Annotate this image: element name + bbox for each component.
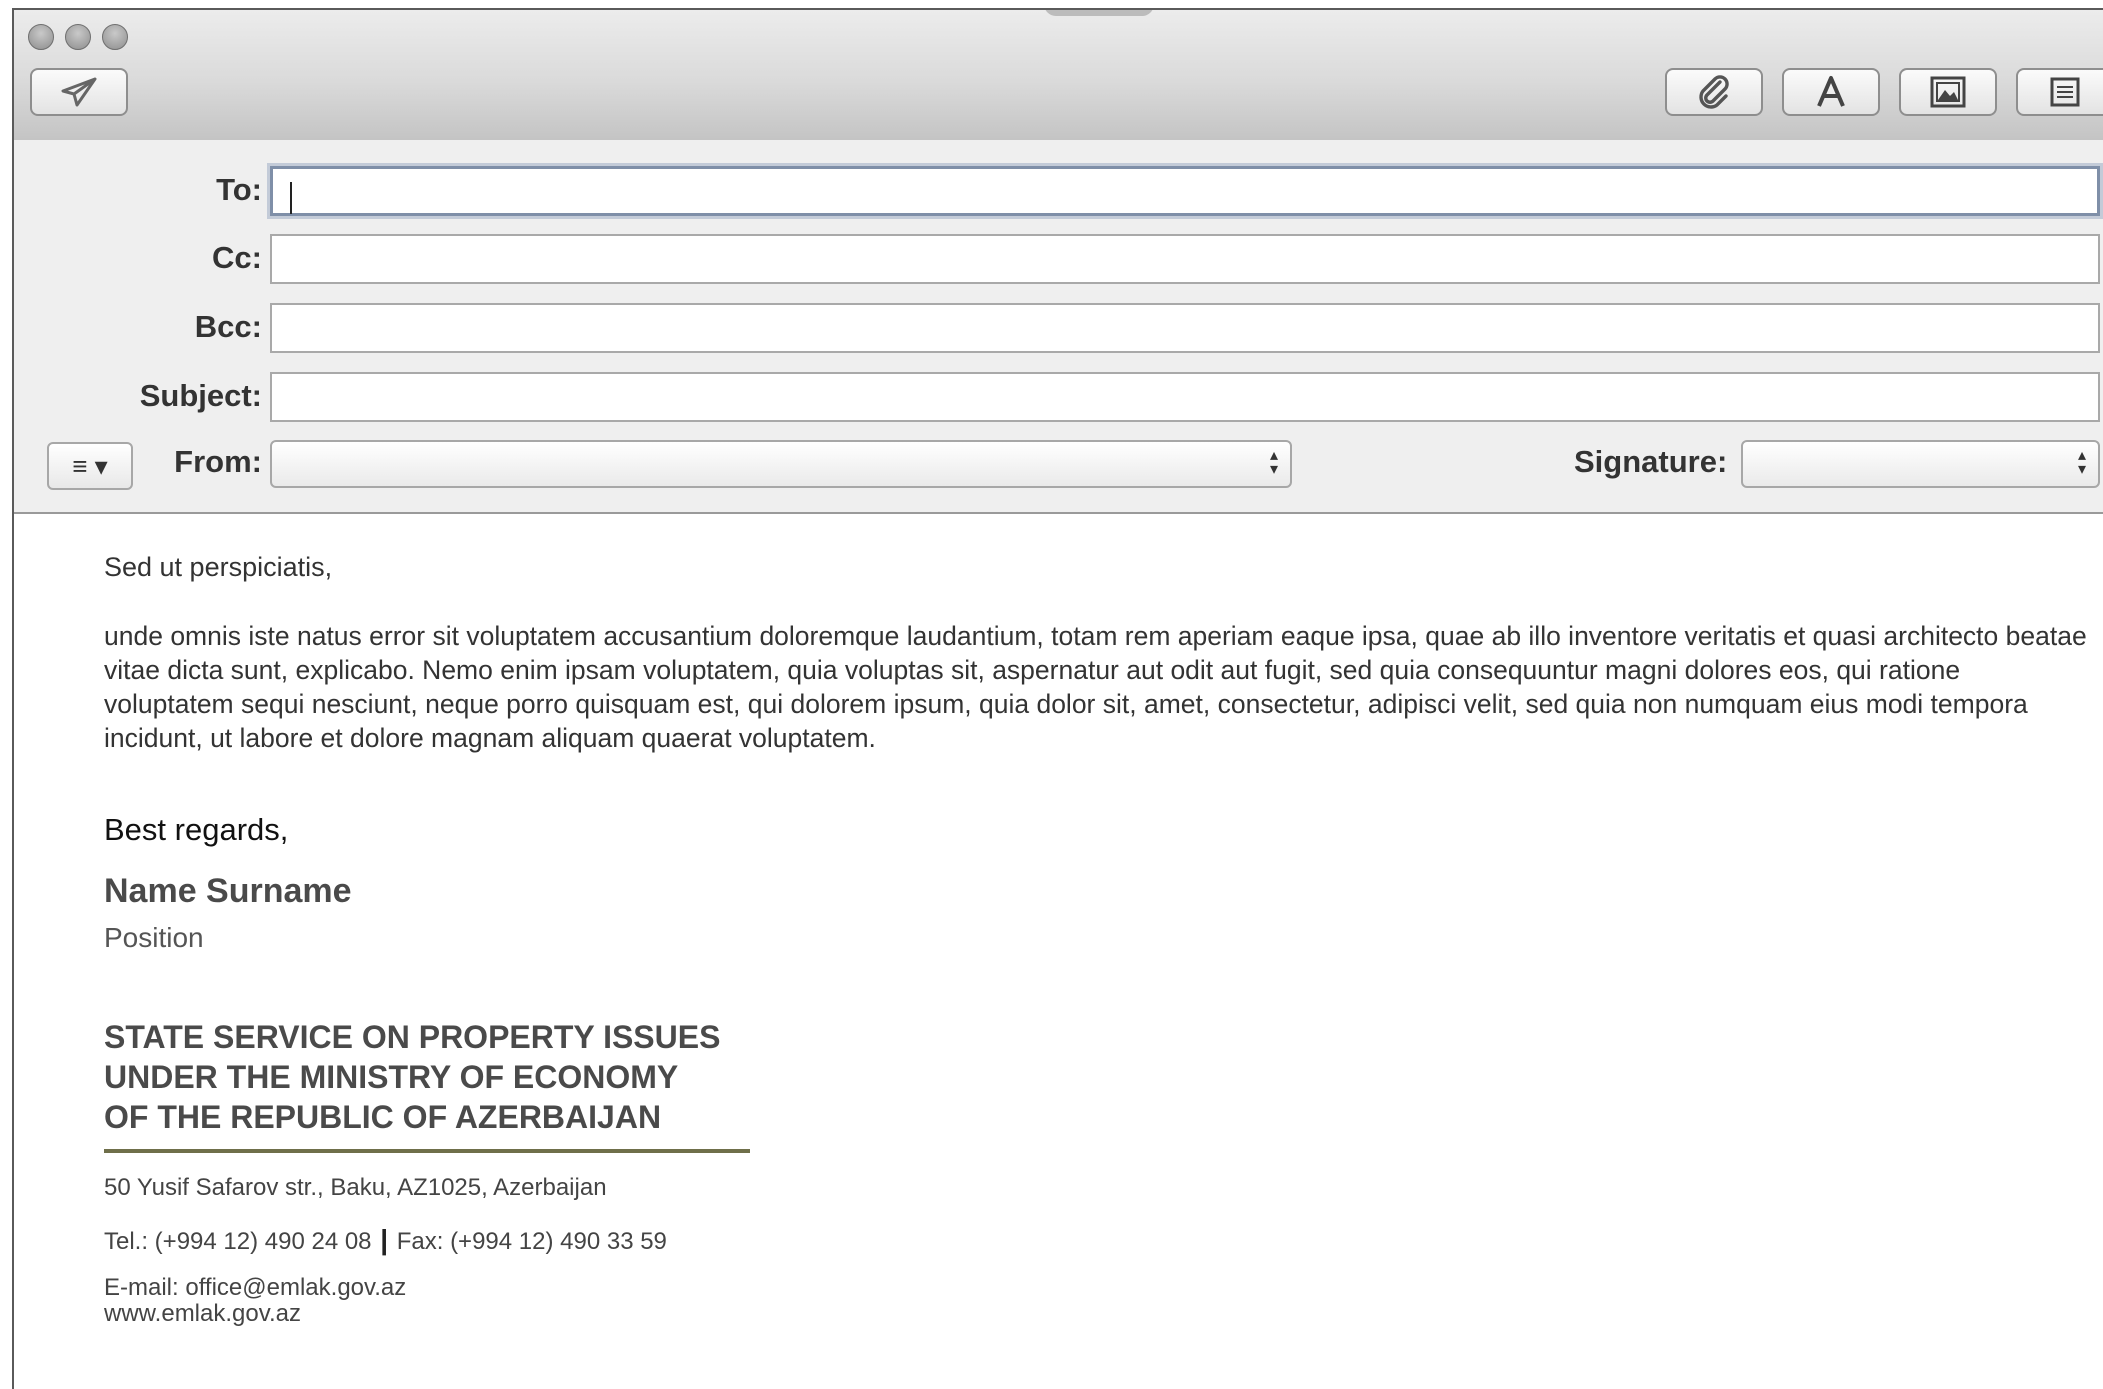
signature-phone-line: Tel.: (+994 12) 490 24 08 | Fax: (+994 1… (104, 1224, 667, 1256)
message-headers: To: Cc: Bcc: Subject: ≡ ▾ From: ▴ ▾ Signa… (14, 140, 2103, 514)
signature-label: Signature: (1574, 444, 1728, 479)
compose-window: To: Cc: Bcc: Subject: ≡ ▾ From: ▴ ▾ Signa… (12, 8, 2103, 1389)
org-line-2: UNDER THE MINISTRY OF ECONOMY (104, 1059, 679, 1095)
stationery-button[interactable] (2016, 68, 2103, 116)
text-caret (290, 182, 292, 214)
signature-position: Position (104, 922, 204, 953)
closing-text: Best regards, (104, 812, 289, 847)
from-label: From: (174, 444, 262, 479)
fonts-button[interactable] (1782, 68, 1880, 116)
subject-field[interactable] (270, 372, 2100, 422)
greeting-text: Sed ut perspiciatis, (104, 552, 333, 582)
cc-field[interactable] (270, 234, 2100, 284)
signature-name: Name Surname (104, 872, 352, 910)
photo-browser-button[interactable] (1899, 68, 1997, 116)
select-arrows-icon: ▴ ▾ (2077, 447, 2086, 478)
to-label: To: (216, 172, 262, 207)
signature-tel: Tel.: (+994 12) 490 24 08 (104, 1228, 372, 1255)
photo-browser-icon (1930, 76, 1966, 108)
org-line-1: STATE SERVICE ON PROPERTY ISSUES (104, 1019, 721, 1055)
zoom-window-button[interactable] (102, 24, 128, 50)
minimize-window-button[interactable] (65, 24, 91, 50)
org-line-3: OF THE REPUBLIC OF AZERBAIJAN (104, 1099, 662, 1135)
title-notch (1044, 10, 1154, 16)
font-icon (1817, 76, 1845, 107)
send-button[interactable] (30, 68, 128, 116)
signature-website[interactable]: www.emlak.gov.az (104, 1300, 301, 1328)
signature-separator: | (380, 1224, 389, 1255)
signature-select[interactable]: ▴ ▾ (1741, 440, 2100, 488)
stationery-icon (2050, 77, 2080, 107)
signature-address: 50 Yusif Safarov str., Baku, AZ1025, Aze… (104, 1174, 607, 1201)
bcc-label: Bcc: (194, 309, 262, 344)
attach-button[interactable] (1665, 68, 1763, 116)
signature-email[interactable]: E-mail: office@emlak.gov.az (104, 1274, 406, 1302)
subject-label: Subject: (139, 378, 262, 413)
body-paragraph: unde omnis iste natus error sit voluptat… (104, 621, 2087, 753)
close-window-button[interactable] (28, 24, 54, 50)
paperclip-icon (1699, 75, 1729, 109)
bcc-field[interactable] (270, 303, 2100, 353)
select-arrows-icon: ▴ ▾ (1269, 447, 1278, 478)
from-select[interactable]: ▴ ▾ (270, 440, 1292, 488)
header-options-button[interactable]: ≡ ▾ (47, 442, 133, 490)
cc-label: Cc: (212, 240, 262, 275)
paper-plane-icon (61, 77, 97, 107)
toolbar (14, 10, 2103, 141)
signature-divider (104, 1149, 750, 1153)
signature-organization: STATE SERVICE ON PROPERTY ISSUES UNDER T… (104, 1017, 804, 1137)
signature-fax: Fax: (+994 12) 490 33 59 (396, 1228, 667, 1255)
to-field[interactable] (270, 166, 2100, 216)
